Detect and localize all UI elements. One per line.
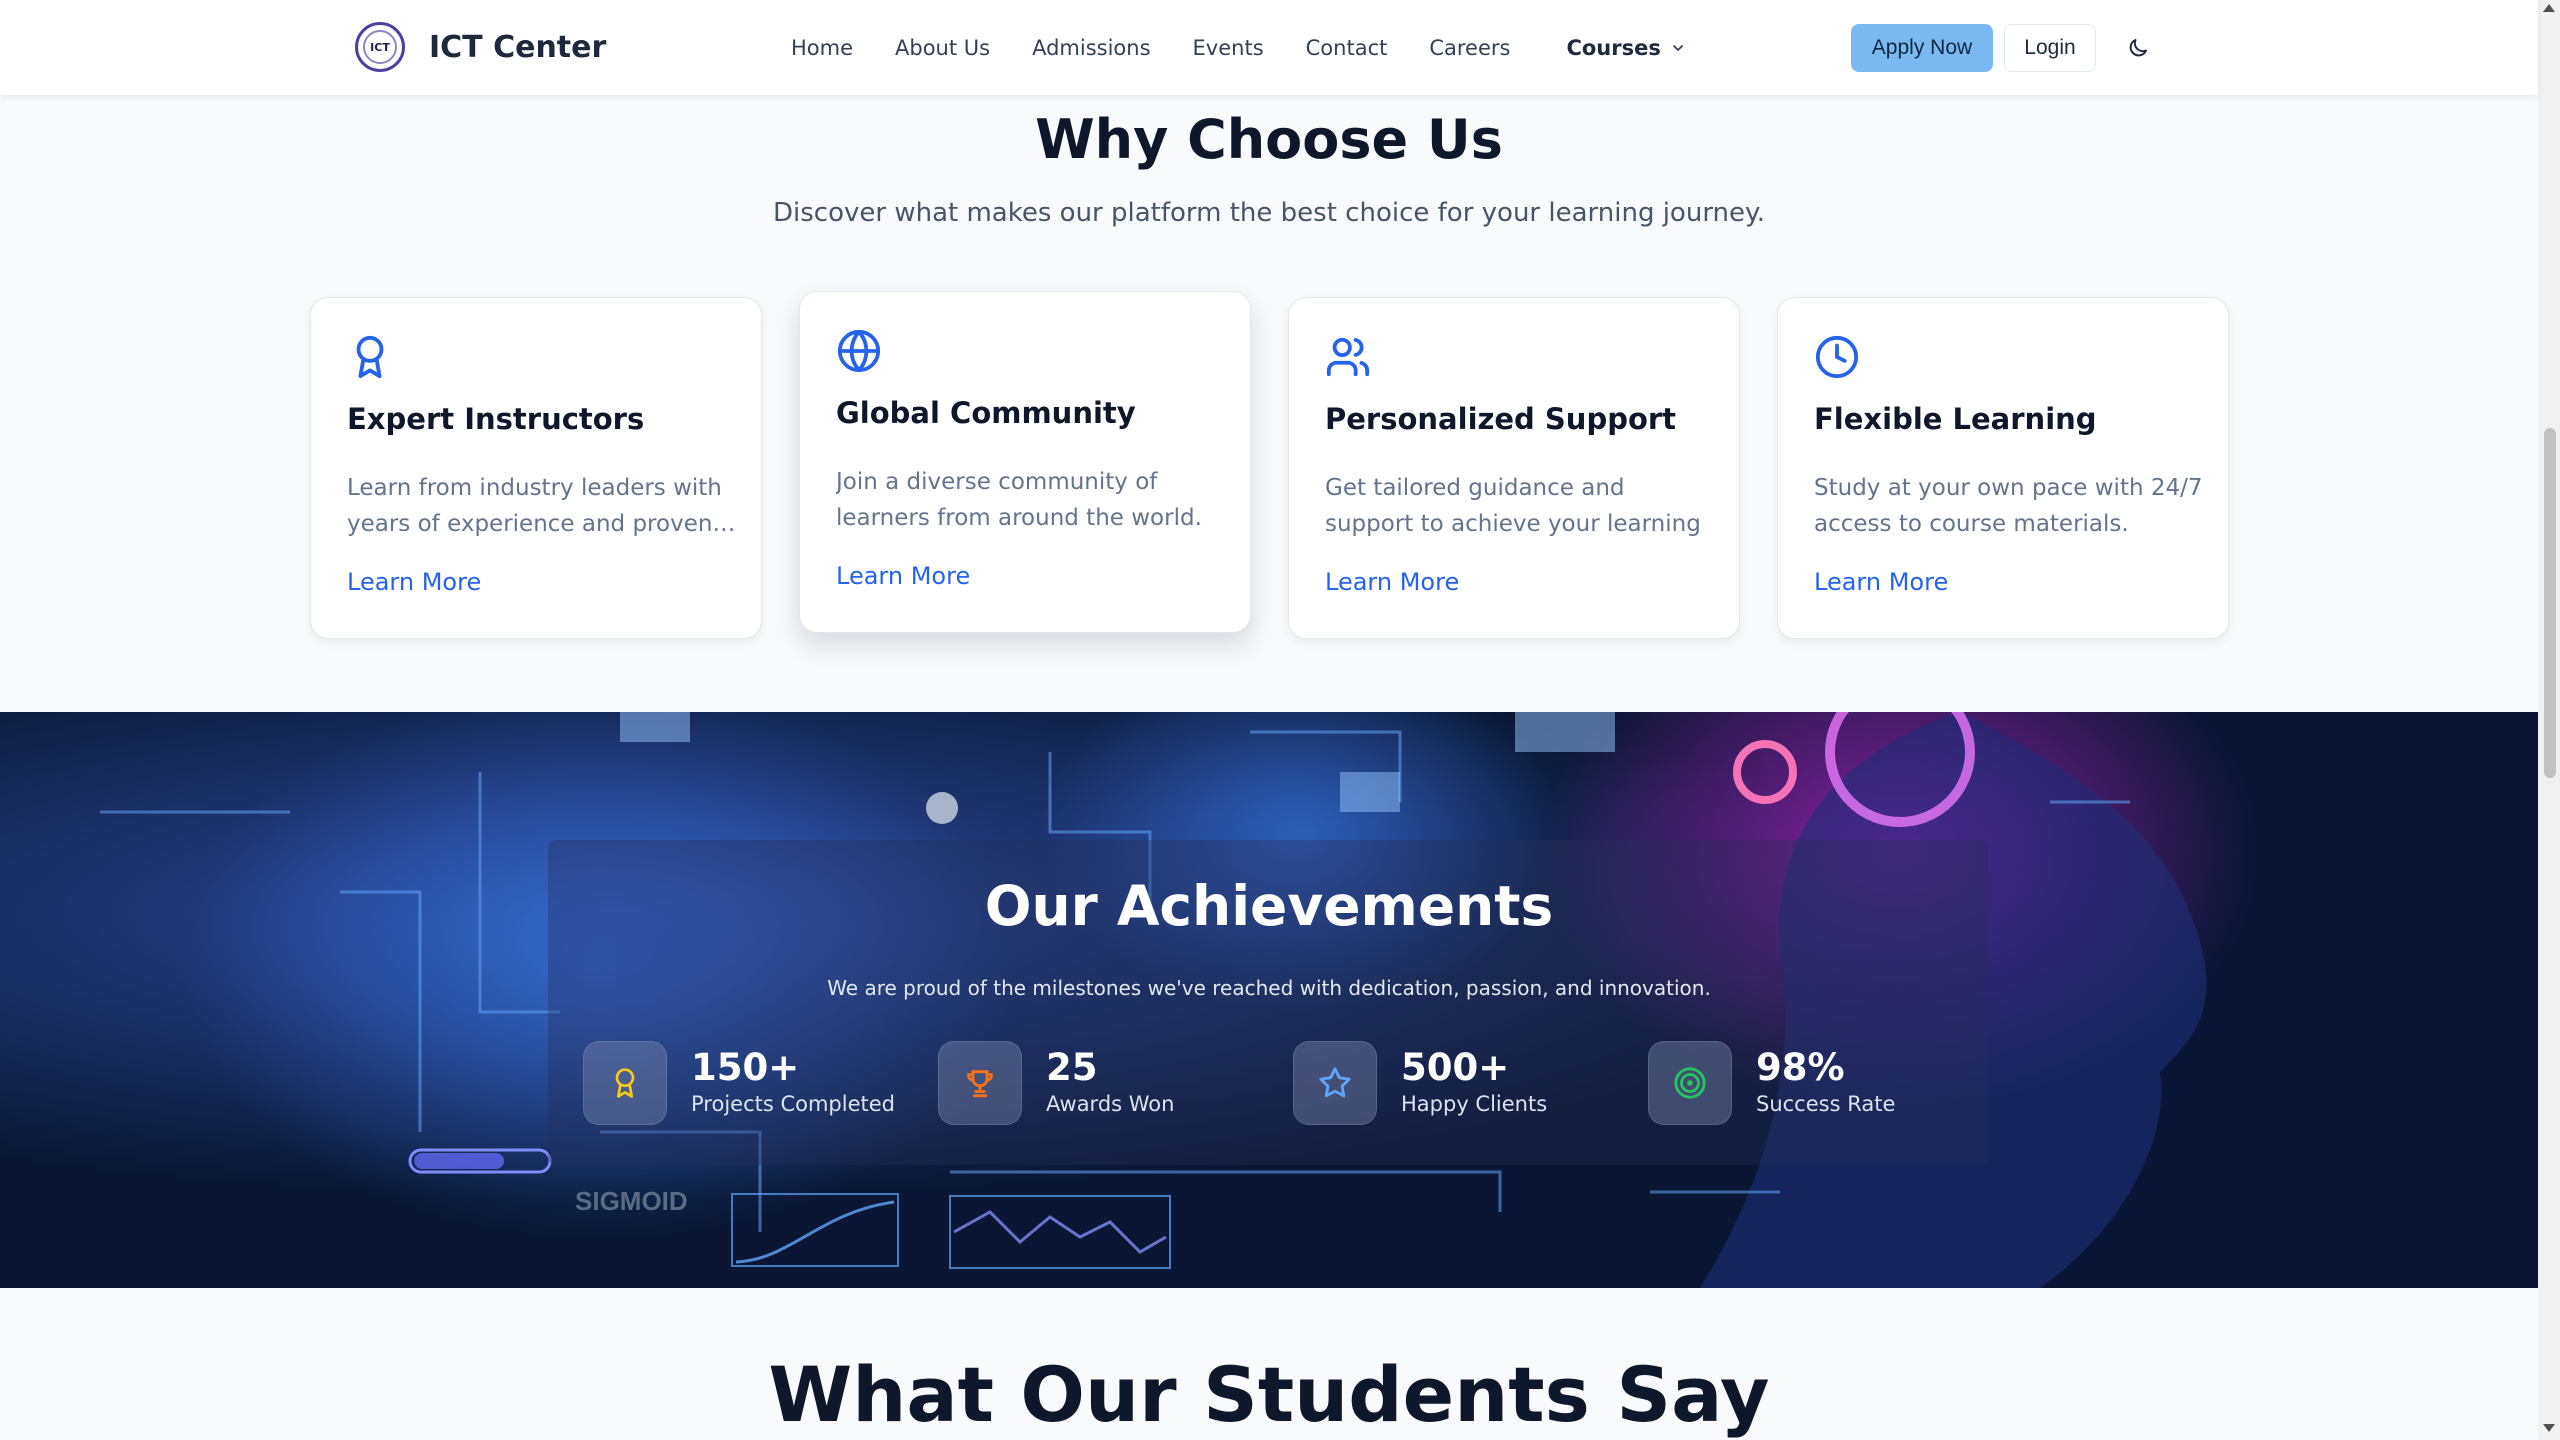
learn-more-link[interactable]: Learn More: [1814, 568, 1948, 596]
card-title: Personalized Support: [1325, 402, 1677, 436]
stat-label: Projects Completed: [691, 1092, 896, 1116]
learn-more-link[interactable]: Learn More: [1325, 568, 1459, 596]
stat-value: 25: [1046, 1046, 1098, 1089]
stat-awards-won: 25 Awards Won: [938, 1040, 1174, 1126]
stat-projects-completed: 150+ Projects Completed: [583, 1040, 895, 1126]
nav-link-events[interactable]: Events: [1193, 36, 1264, 60]
star-icon: [1293, 1041, 1377, 1125]
why-choose-us-subtitle: Discover what makes our platform the bes…: [773, 198, 1765, 228]
stat-success-rate: 98% Success Rate: [1648, 1040, 1895, 1126]
scrollbar-thumb[interactable]: [2544, 428, 2556, 778]
nav-link-home[interactable]: Home: [791, 36, 853, 60]
card-description: Get tailored guidance and support to ach…: [1325, 475, 1701, 537]
feature-card-personalized-support: Personalized Support Get tailored guidan…: [1288, 297, 1740, 639]
trophy-icon: [938, 1041, 1022, 1125]
nav-link-about-us[interactable]: About Us: [895, 36, 990, 60]
stat-happy-clients: 500+ Happy Clients: [1293, 1040, 1547, 1126]
courses-dropdown[interactable]: Courses: [1566, 36, 1684, 60]
login-button[interactable]: Login: [2004, 24, 2096, 72]
ict-logo: ICT: [355, 22, 405, 72]
card-description: Join a diverse community of learners fro…: [836, 469, 1202, 531]
scroll-down-arrow-icon[interactable]: [2543, 1424, 2555, 1432]
stat-value: 98%: [1756, 1046, 1845, 1089]
why-choose-us-title: Why Choose Us: [1035, 108, 1503, 171]
achievements-section: SIGMOID: [0, 712, 2538, 1288]
stat-value: 500+: [1401, 1046, 1510, 1089]
nav-link-careers[interactable]: Careers: [1429, 36, 1510, 60]
logo-text: ICT: [370, 40, 390, 54]
users-icon: [1325, 334, 1371, 380]
stat-label: Success Rate: [1756, 1092, 1896, 1116]
award-icon: [347, 334, 393, 380]
globe-icon: [836, 328, 882, 374]
nav-links: Home About Us Admissions Events Contact …: [791, 0, 1727, 95]
card-title: Global Community: [836, 396, 1136, 430]
card-description: Study at your own pace with 24/7 access …: [1814, 475, 2203, 537]
chevron-down-icon: [1671, 36, 1685, 60]
learn-more-link[interactable]: Learn More: [347, 568, 481, 596]
clock-icon: [1814, 334, 1860, 380]
card-description: Learn from industry leaders with years o…: [347, 475, 736, 537]
brand[interactable]: ICT ICT Center: [355, 22, 606, 72]
moon-icon[interactable]: [2122, 32, 2154, 64]
navbar: ICT ICT Center Home About Us Admissions …: [0, 0, 2538, 95]
apply-now-button[interactable]: Apply Now: [1851, 24, 1993, 72]
target-icon: [1648, 1041, 1732, 1125]
card-title: Expert Instructors: [347, 402, 645, 436]
feature-card-flexible-learning: Flexible Learning Study at your own pace…: [1777, 297, 2229, 639]
learn-more-link[interactable]: Learn More: [836, 562, 970, 590]
card-title: Flexible Learning: [1814, 402, 2097, 436]
scroll-up-arrow-icon[interactable]: [2543, 4, 2555, 12]
courses-label: Courses: [1566, 35, 1661, 60]
achievements-title: Our Achievements: [984, 874, 1554, 938]
stat-label: Awards Won: [1046, 1092, 1175, 1116]
sigmoid-background-text: SIGMOID: [575, 1186, 688, 1216]
stat-value: 150+: [691, 1046, 800, 1089]
award-icon: [583, 1041, 667, 1125]
brand-name: ICT Center: [429, 29, 607, 65]
stat-label: Happy Clients: [1401, 1092, 1548, 1116]
testimonials-title: What Our Students Say: [768, 1350, 1770, 1439]
feature-card-global-community: Global Community Join a diverse communit…: [799, 291, 1251, 633]
nav-link-contact[interactable]: Contact: [1306, 36, 1388, 60]
feature-card-expert-instructors: Expert Instructors Learn from industry l…: [310, 297, 762, 639]
achievements-subtitle: We are proud of the milestones we've rea…: [827, 976, 1711, 1000]
nav-link-admissions[interactable]: Admissions: [1032, 36, 1150, 60]
